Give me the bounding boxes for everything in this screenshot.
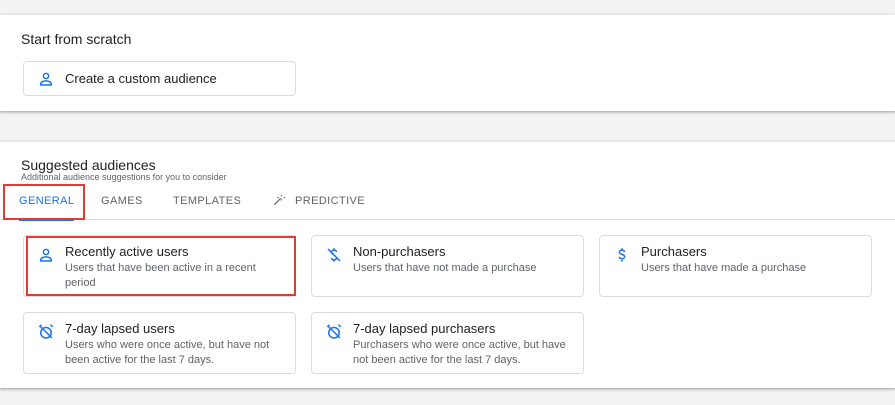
audience-tile-non-purchasers[interactable]: Non-purchasers Users that have not made … [311,235,584,297]
no-dollar-icon [325,246,343,264]
start-from-scratch-card: Start from scratch Create a custom audie… [0,15,895,111]
audience-tile-7-day-lapsed-purchasers[interactable]: 7-day lapsed purchasers Purchasers who w… [311,312,584,374]
audience-title: 7-day lapsed users [65,321,175,336]
audience-description: Users who were once active, but have not… [65,339,270,366]
tab-templates-label: TEMPLATES [173,195,242,207]
audience-title: 7-day lapsed purchasers [353,321,496,336]
dollar-icon [613,246,631,264]
audience-description: Users that have made a purchase [641,262,807,274]
suggested-audiences-card: Suggested audiences Additional audience … [0,142,895,388]
suggested-audiences-title: Suggested audiences [21,157,156,173]
audience-description: Users that have not made a purchase [353,262,537,274]
tab-predictive[interactable]: PREDICTIVE [272,186,365,220]
audience-title: Non-purchasers [353,244,446,259]
tab-templates[interactable]: TEMPLATES [173,186,241,220]
audience-tile-purchasers[interactable]: Purchasers Users that have made a purcha… [599,235,872,297]
audience-description: Purchasers who were once active, but hav… [353,339,566,366]
tab-games-label: GAMES [101,195,143,207]
audience-tile-7-day-lapsed-users[interactable]: 7-day lapsed users Users who were once a… [23,312,296,374]
alarm-off-icon [325,323,343,341]
tab-general-label: GENERAL [19,195,75,207]
create-custom-audience-button[interactable]: Create a custom audience [23,61,296,96]
tab-general[interactable]: GENERAL [19,186,75,221]
suggested-audiences-subtitle: Additional audience suggestions for you … [21,172,227,182]
tab-predictive-label: PREDICTIVE [295,195,366,207]
active-tab-indicator [19,219,75,221]
alarm-off-icon [37,323,55,341]
audience-title: Recently active users [65,244,189,259]
tab-games[interactable]: GAMES [101,186,143,220]
audience-description: Users that have been active in a recent … [65,262,256,289]
audience-tile-recently-active-users[interactable]: Recently active users Users that have be… [23,235,296,297]
audience-tabs: GENERAL GAMES TEMPLATES PREDICTIVE [0,184,895,221]
person-icon [37,70,55,88]
magic-wand-icon [272,193,286,207]
person-icon [37,246,55,264]
audience-title: Purchasers [641,244,707,259]
create-custom-audience-label: Create a custom audience [65,71,217,86]
start-from-scratch-title: Start from scratch [21,31,132,47]
